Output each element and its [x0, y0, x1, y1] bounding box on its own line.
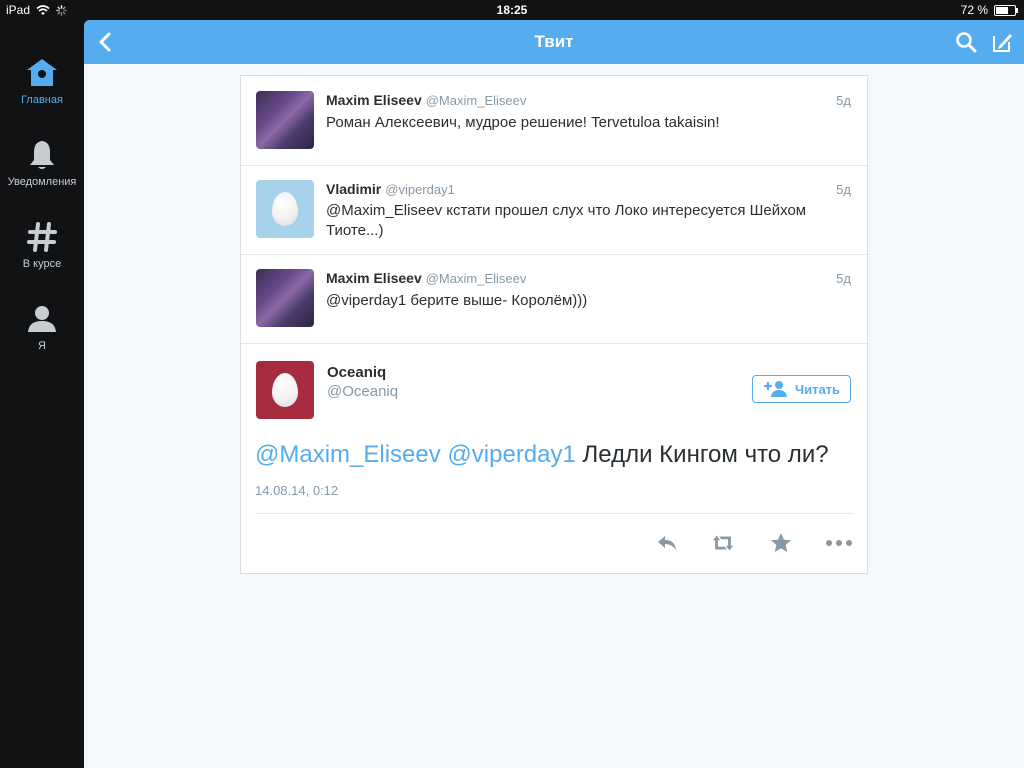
tweet-item[interactable]: Maxim Eliseev @Maxim_Eliseev 5д Роман Але… — [241, 76, 867, 166]
avatar[interactable] — [256, 180, 314, 238]
sidebar-item-label: Я — [38, 340, 46, 352]
retweet-icon[interactable] — [711, 531, 735, 555]
avatar[interactable] — [256, 91, 314, 149]
tweet-time: 5д — [836, 271, 851, 286]
battery-percent: 72 % — [960, 3, 988, 17]
home-icon — [27, 59, 57, 86]
sidebar-item-label: В курсе — [22, 258, 62, 270]
sidebar-item-label: Уведомления — [7, 176, 77, 188]
page-title: Твит — [534, 32, 574, 51]
tweet-header: Maxim Eliseev @Maxim_Eliseev — [326, 92, 526, 108]
tweet-author-name[interactable]: Maxim Eliseev — [326, 92, 422, 108]
battery-icon — [994, 4, 1018, 16]
focus-tweet-text: @Maxim_Eliseev @viperday1 Ледли Кингом ч… — [255, 441, 829, 469]
tweet-header: Maxim Eliseev @Maxim_Eliseev — [326, 270, 526, 286]
sidebar-item-me[interactable]: Я — [0, 302, 84, 352]
focus-author-handle[interactable]: @Oceaniq — [327, 383, 398, 400]
tweet-author-name[interactable]: Maxim Eliseev — [326, 270, 422, 286]
tweet-author-name[interactable]: Vladimir — [326, 181, 381, 197]
tweet-author-handle[interactable]: @viperday1 — [385, 182, 455, 197]
profile-icon — [28, 306, 56, 332]
follow-button-label: Читать — [794, 381, 841, 397]
conversation-card: Maxim Eliseev @Maxim_Eliseev 5д Роман Але… — [240, 75, 868, 574]
hashtag-icon — [27, 222, 57, 252]
reply-icon[interactable] — [655, 531, 679, 555]
egg-icon — [272, 192, 298, 226]
tweet-header: Vladimir @viperday1 — [326, 181, 455, 197]
tweet-text: Роман Алексеевич, мудрое решение! Tervet… — [326, 114, 720, 131]
egg-icon — [272, 373, 298, 407]
follow-button[interactable]: Читать — [752, 375, 851, 403]
focus-tweet-date: 14.08.14, 0:12 — [255, 483, 339, 498]
tweet-item[interactable]: Maxim Eliseev @Maxim_Eliseev 5д @viperday… — [241, 254, 867, 344]
status-right: 72 % — [960, 3, 1018, 17]
search-icon[interactable] — [954, 30, 978, 54]
sidebar-item-discover[interactable]: В курсе — [0, 220, 84, 270]
tweet-time: 5д — [836, 182, 851, 197]
sidebar-item-home[interactable]: Главная — [0, 56, 84, 106]
more-icon[interactable] — [825, 531, 853, 555]
focus-tweet-body: Ледли Кингом что ли? — [582, 441, 829, 468]
tweet-item[interactable]: Vladimir @viperday1 5д @Maxim_Eliseev кст… — [241, 165, 867, 255]
main-panel: Твит Maxim Eliseev @Maxim_Eliseev 5д Рома… — [84, 20, 1024, 768]
tweet-time: 5д — [836, 93, 851, 108]
focus-author-name[interactable]: Oceaniq — [327, 364, 386, 381]
top-bar: Твит — [84, 20, 1024, 64]
mention-link[interactable]: @Maxim_Eliseev — [255, 441, 441, 468]
tweet-author-handle[interactable]: @Maxim_Eliseev — [426, 271, 527, 286]
bell-icon — [30, 141, 54, 169]
status-time: 18:25 — [496, 3, 528, 17]
sidebar-item-notifications[interactable]: Уведомления — [0, 138, 84, 188]
compose-icon[interactable] — [990, 30, 1014, 54]
battery-level — [996, 6, 1008, 14]
tweet-text: @viperday1 берите выше- Королём))) — [326, 292, 588, 309]
favorite-icon[interactable] — [769, 531, 793, 555]
mention-link[interactable]: @viperday1 — [447, 441, 575, 468]
avatar[interactable] — [256, 269, 314, 327]
add-user-icon — [763, 381, 787, 397]
sidebar-item-label: Главная — [21, 94, 63, 106]
status-bar: iPad 18:25 72 % — [0, 0, 1024, 20]
focus-avatar[interactable] — [256, 361, 314, 419]
divider — [255, 513, 853, 514]
tweet-author-handle[interactable]: @Maxim_Eliseev — [426, 93, 527, 108]
tweet-text: @Maxim_Eliseev кстати прошел слух что Ло… — [326, 202, 807, 239]
sidebar: Главная Уведомления В курсе Я — [0, 20, 84, 768]
